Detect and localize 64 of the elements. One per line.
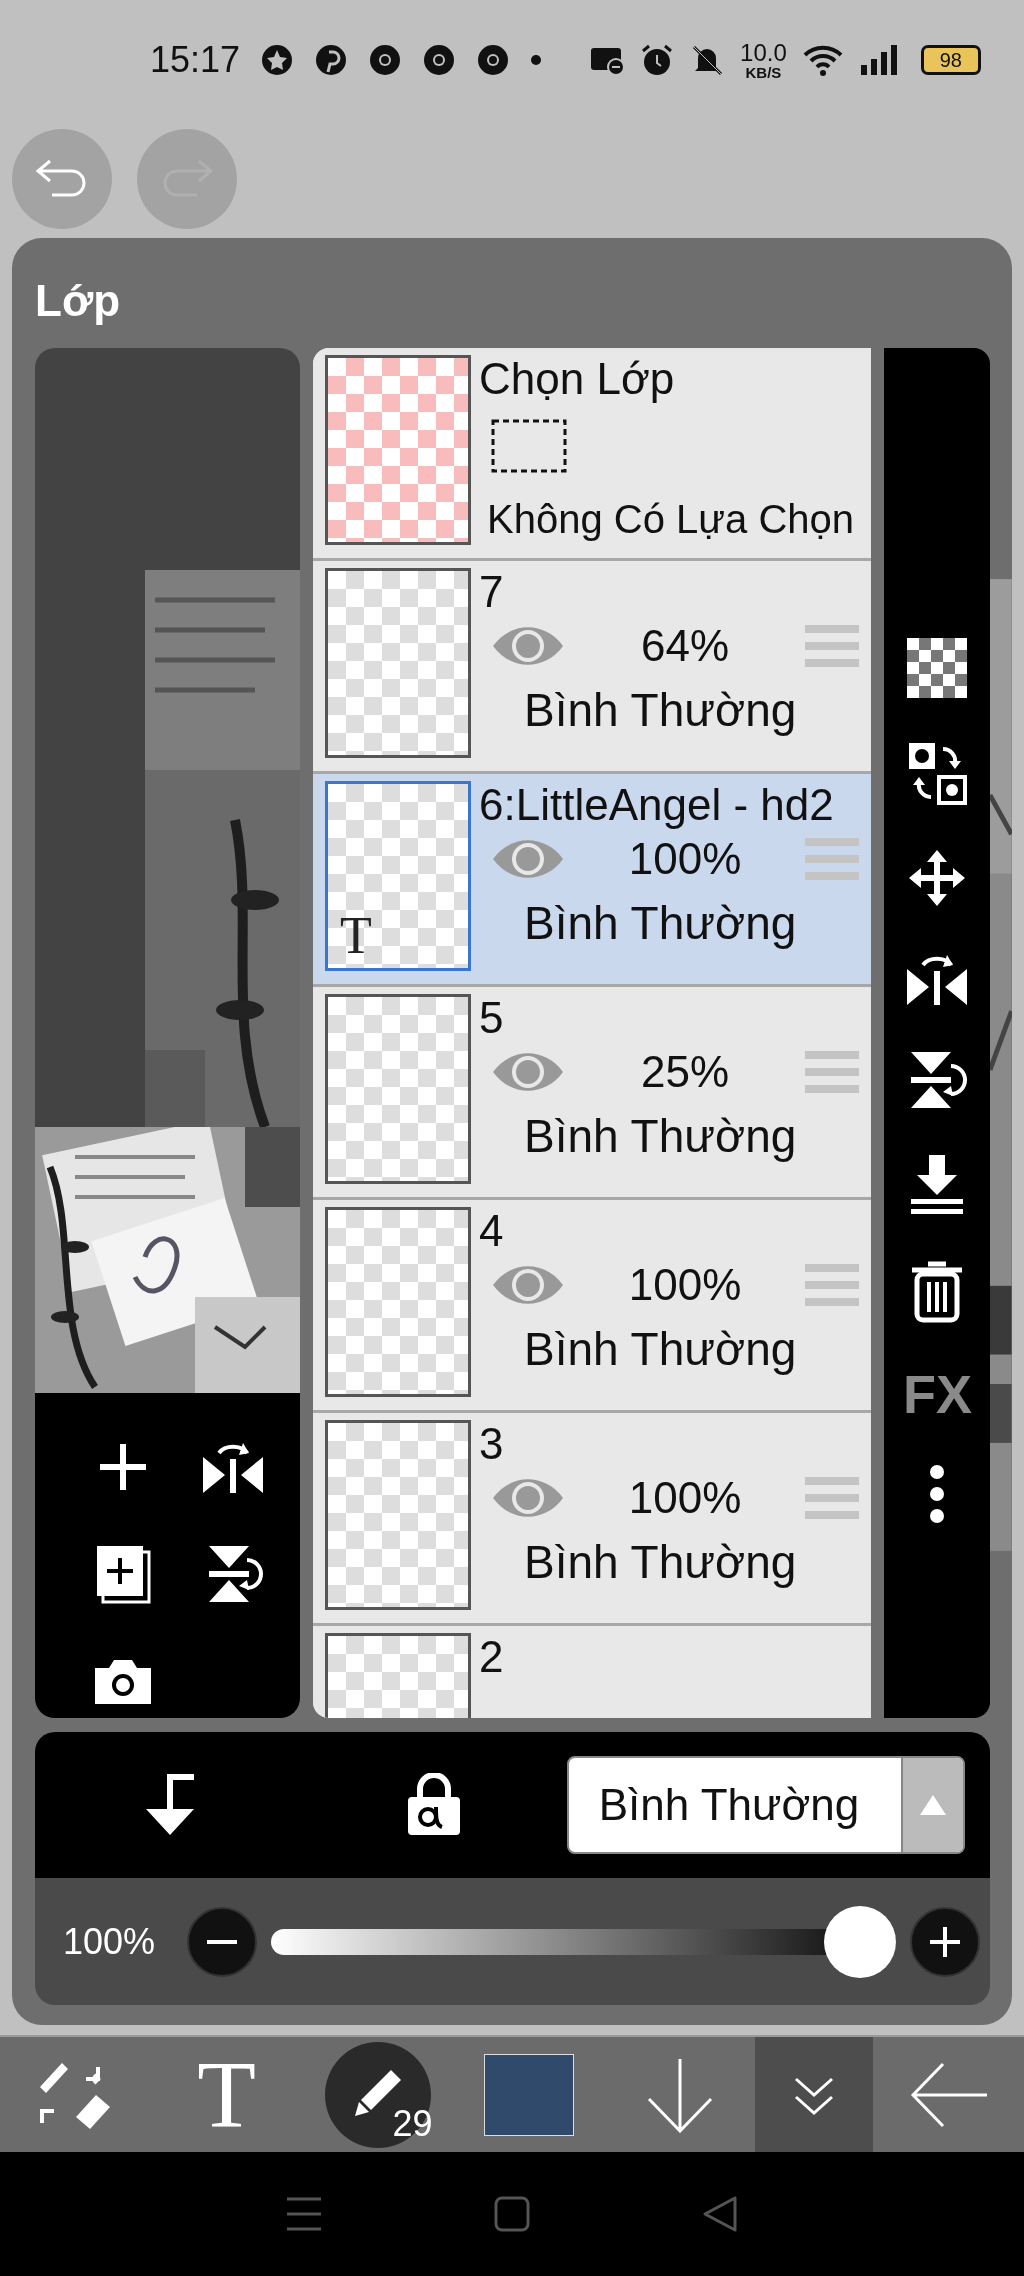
swap-button[interactable] <box>907 741 968 805</box>
swap-icon <box>907 741 968 805</box>
effects-button[interactable]: FX <box>902 1367 972 1421</box>
layer-opacity: 25% <box>639 1046 731 1099</box>
lock-icon <box>405 1773 462 1837</box>
blend-mode-label: Bình Thường <box>523 1322 798 1378</box>
browser-icon <box>476 43 511 77</box>
drag-handle-icon[interactable] <box>805 1475 859 1522</box>
layer-name: 3 <box>479 1420 505 1469</box>
muted-bell-icon <box>690 43 725 77</box>
text-layer-mark: T <box>340 910 372 962</box>
layer-name: 5 <box>479 994 505 1043</box>
blend-mode-label: Bình Thường <box>523 1535 798 1591</box>
layer-opacity: 100% <box>627 833 743 886</box>
blend-mode-label: Bình Thường <box>523 1109 798 1165</box>
blend-mode-dropdown[interactable]: Bình Thường <box>566 1756 965 1854</box>
alarm-icon <box>640 43 675 77</box>
battery-level: 98 <box>920 45 981 75</box>
layer-copy-icon <box>95 1543 151 1604</box>
checker-button[interactable] <box>907 638 968 698</box>
selection-rect-icon <box>491 419 567 474</box>
plus-icon <box>928 1924 962 1959</box>
drag-handle-icon[interactable] <box>805 1262 859 1309</box>
layer-name: 4 <box>479 1207 505 1256</box>
back-icon[interactable] <box>701 2195 739 2233</box>
network-speed: 10.0 <box>740 40 787 65</box>
layer-title: Chọn Lớp <box>479 355 676 404</box>
blend-mode-label: Bình Thường <box>523 896 798 952</box>
browser-icon <box>422 43 457 77</box>
network-unit: KB/S <box>745 64 782 80</box>
layer-opacity: 100% <box>627 1472 743 1525</box>
collapse-button[interactable] <box>755 2037 873 2152</box>
clock-time: 15:17 <box>150 38 241 82</box>
more-icon <box>929 1464 946 1524</box>
plus-icon <box>98 1441 148 1492</box>
opacity-reading: 100% <box>63 1919 157 1964</box>
checker-icon <box>907 638 968 698</box>
blend-mode-label: Bình Thường <box>523 683 798 739</box>
more-button[interactable] <box>929 1464 946 1524</box>
brush-size: 29 <box>392 2105 433 2142</box>
wifi-icon <box>802 43 843 77</box>
dot-icon <box>530 54 543 66</box>
selection-status: Không Có Lựa Chọn <box>486 496 856 544</box>
panel-title: Lớp <box>35 275 122 327</box>
layer-name: 2 <box>479 1633 505 1682</box>
browser-icon <box>368 43 403 77</box>
selection-layer-row[interactable]: Chọn Lớp Không Có Lựa Chọn <box>313 348 872 561</box>
layer-opacity: 100% <box>627 1259 743 1312</box>
text-tool-button[interactable]: T <box>151 2037 302 2152</box>
drag-handle-icon[interactable] <box>805 836 859 883</box>
drag-handle-icon[interactable] <box>805 623 859 670</box>
caret-icon <box>918 1793 948 1817</box>
signal-icon <box>858 43 899 77</box>
home-icon[interactable] <box>493 2195 531 2233</box>
drag-handle-icon[interactable] <box>805 1049 859 1096</box>
arrow-left-icon <box>908 2061 989 2128</box>
pin-icon <box>314 43 349 77</box>
layer-row[interactable]: T 6:LittleAngel - hd2 100% Bình Thường <box>313 774 872 987</box>
minus-icon <box>207 1939 237 1944</box>
layer-opacity: 64% <box>639 620 731 673</box>
layer-name: 6:LittleAngel - hd2 <box>479 781 835 830</box>
layer-name: 7 <box>479 568 505 617</box>
menu-icon[interactable] <box>285 2195 323 2233</box>
opacity-slider[interactable] <box>271 1904 896 1979</box>
